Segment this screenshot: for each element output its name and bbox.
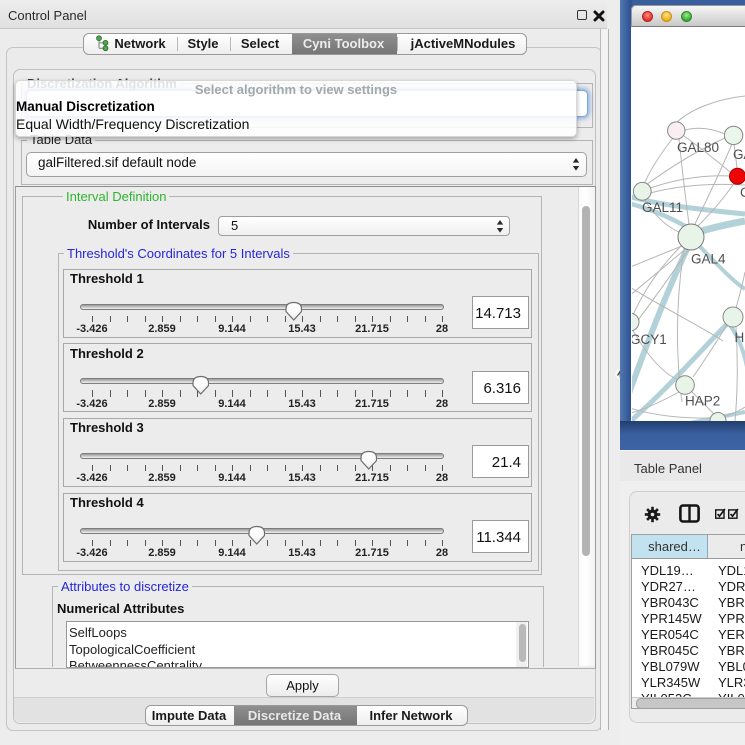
svg-text:C: C: [740, 185, 745, 200]
svg-text:GCY1: GCY1: [632, 332, 667, 347]
svg-text:GA: GA: [733, 147, 745, 162]
svg-text:H: H: [735, 330, 745, 345]
svg-text:GAL4: GAL4: [691, 252, 726, 267]
svg-text:HAP2: HAP2: [685, 394, 720, 409]
svg-text:GAL80: GAL80: [677, 140, 719, 155]
svg-text:GAL11: GAL11: [642, 200, 683, 215]
